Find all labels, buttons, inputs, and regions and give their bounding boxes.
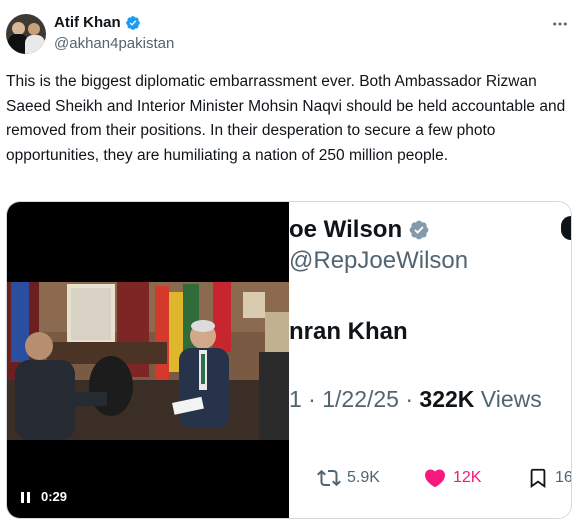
video-frame: [7, 282, 289, 440]
pause-icon[interactable]: [21, 490, 33, 504]
display-name[interactable]: Atif Khan: [54, 14, 121, 31]
embedded-verified-icon: [409, 220, 429, 240]
video-timestamp: 0:29: [41, 489, 68, 504]
more-options-icon[interactable]: [550, 14, 570, 34]
author-name-row[interactable]: Atif Khan: [54, 14, 141, 31]
retweet-icon: [317, 469, 341, 487]
embedded-like: 12K: [423, 466, 481, 490]
tweet: Atif Khan @akhan4pakistan This is the bi…: [0, 0, 582, 525]
tweet-text: This is the biggest diplomatic embarrass…: [6, 73, 566, 164]
heart-icon: [424, 469, 446, 488]
embedded-views-label: Views: [480, 386, 542, 412]
avatar[interactable]: [6, 14, 46, 54]
video-controls[interactable]: 0:29: [21, 489, 67, 504]
embedded-like-count: 12K: [453, 469, 482, 486]
embedded-handle: @RepJoeWilson: [289, 247, 469, 274]
author-handle[interactable]: @akhan4pakistan: [54, 35, 174, 52]
video-player[interactable]: 0:29: [7, 202, 289, 518]
embedded-meta-prefix: 1 · 1/22/25 ·: [289, 386, 420, 412]
media-container[interactable]: 0:29 oe Wilson @RepJoeWilson nran Khan 1…: [6, 201, 572, 519]
embedded-corner-element: [561, 216, 571, 240]
embedded-name: oe Wilson: [289, 216, 430, 244]
embedded-meta: 1 · 1/22/25 · 322K Views: [289, 386, 542, 413]
embedded-views-count: 322K: [419, 386, 475, 412]
embedded-bookmark: 16: [527, 466, 572, 490]
embedded-retweet-count: 5.9K: [347, 469, 380, 486]
embedded-retweet: 5.9K: [317, 466, 380, 490]
verified-badge-icon: [125, 15, 140, 30]
embedded-bookmark-count: 16: [555, 469, 572, 486]
embedded-actions: 5.9K 12K 16: [289, 466, 572, 492]
embedded-text: nran Khan: [289, 318, 408, 345]
embedded-tweet-screenshot: oe Wilson @RepJoeWilson nran Khan 1 · 1/…: [289, 202, 572, 518]
embedded-name-text: oe Wilson: [289, 216, 403, 243]
bookmark-icon: [530, 468, 546, 489]
